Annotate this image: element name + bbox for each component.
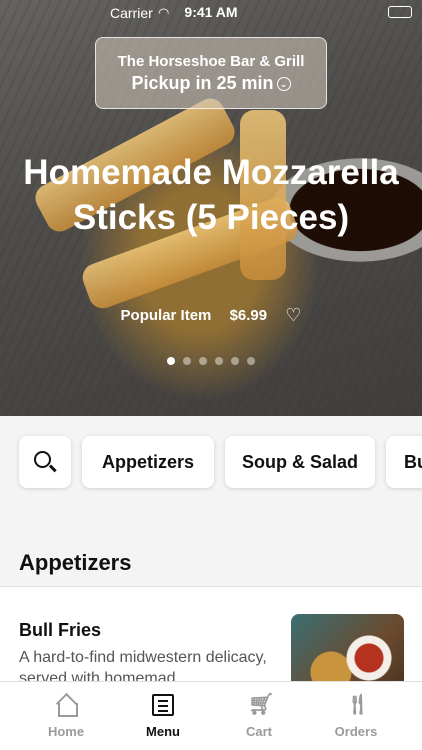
search-icon <box>34 451 51 468</box>
category-chip-appetizers[interactable]: Appetizers <box>82 436 214 488</box>
category-chip-next[interactable]: Bu <box>386 436 422 488</box>
carousel-dots[interactable] <box>0 352 422 370</box>
cart-icon: 🛒︎ <box>248 693 275 716</box>
featured-item-meta: Popular Item $6.99 ♡ <box>0 305 422 326</box>
carousel-dot[interactable] <box>183 357 191 365</box>
popular-badge: Popular Item <box>120 307 212 324</box>
tab-label: Menu <box>146 724 180 739</box>
store-name: The Horseshoe Bar & Grill <box>117 53 305 70</box>
heart-icon[interactable]: ♡ <box>285 305 301 325</box>
tab-home[interactable]: Home <box>16 682 116 750</box>
featured-price: $6.99 <box>229 307 268 324</box>
home-icon <box>55 694 78 717</box>
item-name: Bull Fries <box>19 620 102 640</box>
carousel-dot[interactable] <box>215 357 223 365</box>
tab-bar: Home Menu 🛒︎ Cart 🍴︎ Orders <box>0 681 422 750</box>
tab-cart[interactable]: 🛒︎ Cart <box>209 682 309 750</box>
featured-item-title[interactable]: Homemade Mozzarella Sticks (5 Pieces) <box>20 150 402 240</box>
carousel-dot[interactable] <box>247 357 255 365</box>
menu-icon <box>152 694 174 716</box>
tab-label: Orders <box>334 724 378 739</box>
carousel-dot[interactable] <box>167 357 175 365</box>
battery-icon <box>388 6 412 18</box>
tab-orders[interactable]: 🍴︎ Orders <box>306 682 406 750</box>
list-item[interactable]: Bull Fries A hard-to-find midwestern del… <box>0 587 422 694</box>
tab-label: Cart <box>245 724 272 739</box>
carousel-dot[interactable] <box>231 357 239 365</box>
category-chip-soup-salad[interactable]: Soup & Salad <box>225 436 375 488</box>
orders-icon: 🍴︎ <box>345 694 371 716</box>
category-bar: Appetizers Soup & Salad Bu <box>0 416 422 508</box>
chevron-down-icon: ⌄ <box>276 77 291 91</box>
clock: 9:41 AM <box>184 4 238 20</box>
carousel-dot[interactable] <box>199 357 207 365</box>
section-title: Appetizers <box>19 550 132 575</box>
tab-label: Home <box>47 724 85 739</box>
search-button[interactable] <box>19 436 71 488</box>
pickup-time: Pickup in 25 min ⌄ <box>96 73 326 94</box>
tab-menu[interactable]: Menu <box>113 682 213 750</box>
status-bar: Carrier ◠ 9:41 AM <box>0 0 422 26</box>
store-selector[interactable]: The Horseshoe Bar & Grill Pickup in 25 m… <box>95 37 327 109</box>
